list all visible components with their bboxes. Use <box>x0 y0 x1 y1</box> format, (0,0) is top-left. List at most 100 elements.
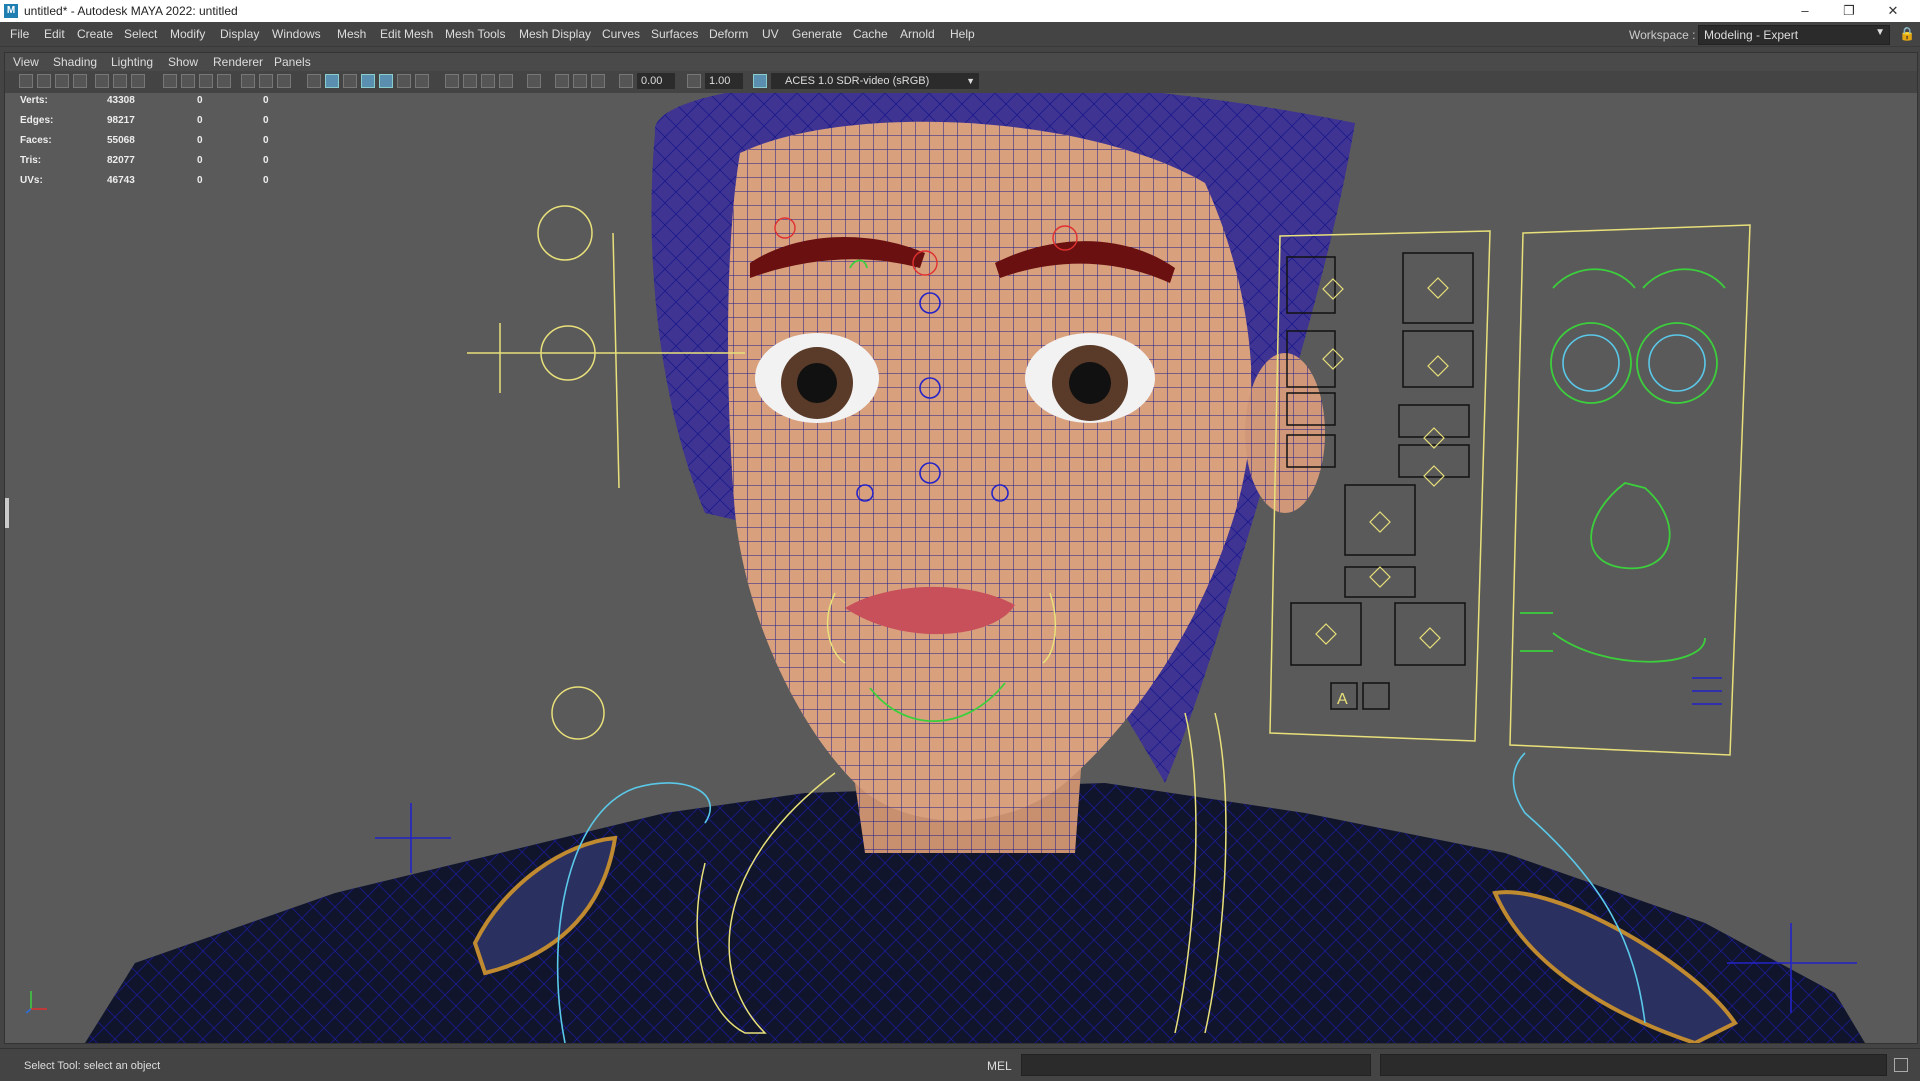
gamma-field[interactable]: 1.00 <box>705 73 743 89</box>
menu-edit[interactable]: Edit <box>44 27 65 41</box>
status-bar: Select Tool: select an object MEL <box>0 1048 1920 1081</box>
hud-value: 0 <box>263 95 269 106</box>
hud-value: 43308 <box>107 95 135 106</box>
menu-file[interactable]: File <box>10 27 29 41</box>
menu-help[interactable]: Help <box>950 27 975 41</box>
xray-icon[interactable] <box>555 74 569 88</box>
menu-cache[interactable]: Cache <box>853 27 888 41</box>
panel-menu-lighting[interactable]: Lighting <box>111 55 153 69</box>
hud-value: 0 <box>263 135 269 146</box>
lock-icon[interactable]: 🔒 <box>1899 26 1915 42</box>
panel-menubar: View Shading Lighting Show Renderer Pane… <box>5 53 1917 71</box>
film-gate-icon[interactable] <box>181 74 195 88</box>
menu-modify[interactable]: Modify <box>170 27 205 41</box>
hud-label: Verts: <box>20 95 48 106</box>
panel-resize-handle[interactable] <box>5 498 9 528</box>
exposure-icon[interactable] <box>619 74 633 88</box>
hud-value: 0 <box>197 155 203 166</box>
isolate-select-icon[interactable] <box>527 74 541 88</box>
smooth-shade-icon[interactable] <box>325 74 339 88</box>
anti-aliasing-icon[interactable] <box>481 74 495 88</box>
shadows-icon[interactable] <box>415 74 429 88</box>
hud-value: 0 <box>197 175 203 186</box>
hud-value: 55068 <box>107 135 135 146</box>
main-menubar: File Edit Create Select Modify Display W… <box>0 22 1920 47</box>
script-editor-icon[interactable] <box>1894 1058 1908 1072</box>
hud-value: 0 <box>197 135 203 146</box>
ambient-occlusion-icon[interactable] <box>445 74 459 88</box>
xray-active-icon[interactable] <box>573 74 587 88</box>
color-management-icon[interactable] <box>753 74 767 88</box>
view-transform-value: ACES 1.0 SDR-video (sRGB) <box>785 75 930 87</box>
menu-display[interactable]: Display <box>220 27 259 41</box>
safe-title-icon[interactable] <box>277 74 291 88</box>
menu-generate[interactable]: Generate <box>792 27 842 41</box>
workspace-dropdown[interactable]: Modeling - Expert ▼ <box>1698 25 1890 45</box>
panel-menu-view[interactable]: View <box>13 55 39 69</box>
menu-create[interactable]: Create <box>77 27 113 41</box>
minimize-icon[interactable]: – <box>1782 0 1828 22</box>
mel-toggle[interactable]: MEL <box>987 1059 1012 1073</box>
menu-edit-mesh[interactable]: Edit Mesh <box>380 27 433 41</box>
motion-blur-icon[interactable] <box>463 74 477 88</box>
viewport-panel: View Shading Lighting Show Renderer Pane… <box>4 52 1918 1044</box>
chevron-down-icon: ▼ <box>1875 27 1885 38</box>
grid-icon[interactable] <box>163 74 177 88</box>
camera-attributes-icon[interactable] <box>37 74 51 88</box>
panel-menu-renderer[interactable]: Renderer <box>213 55 263 69</box>
rig-panel-glyph: A <box>1337 691 1348 708</box>
grease-pencil-icon[interactable] <box>113 74 127 88</box>
menu-curves[interactable]: Curves <box>602 27 640 41</box>
workspace-value: Modeling - Expert <box>1704 28 1799 42</box>
menu-arnold[interactable]: Arnold <box>900 27 935 41</box>
lights-icon[interactable] <box>397 74 411 88</box>
hud-value: 0 <box>263 155 269 166</box>
menu-mesh-tools[interactable]: Mesh Tools <box>445 27 505 41</box>
hud-value: 82077 <box>107 155 135 166</box>
wireframe-icon[interactable] <box>307 74 321 88</box>
brush-icon[interactable] <box>131 74 145 88</box>
panel-toolbar: 0.00 1.00 ACES 1.0 SDR-video (sRGB) ▼ <box>5 71 1917 93</box>
default-material-icon[interactable] <box>343 74 357 88</box>
menu-windows[interactable]: Windows <box>272 27 321 41</box>
select-camera-icon[interactable] <box>19 74 33 88</box>
menu-uv[interactable]: UV <box>762 27 779 41</box>
title-bar: M untitled* - Autodesk MAYA 2022: untitl… <box>0 0 1920 22</box>
rig-panel-diamonds <box>1315 277 1449 649</box>
menu-mesh-display[interactable]: Mesh Display <box>519 27 591 41</box>
character-render: A <box>85 93 1865 1043</box>
field-chart-icon[interactable] <box>241 74 255 88</box>
hud-label: Tris: <box>20 155 42 166</box>
wireframe-on-shaded-icon[interactable] <box>361 74 375 88</box>
textured-icon[interactable] <box>379 74 393 88</box>
exposure-field[interactable]: 0.00 <box>637 73 675 89</box>
depth-of-field-icon[interactable] <box>499 74 513 88</box>
panel-menu-show[interactable]: Show <box>168 55 198 69</box>
restore-icon[interactable]: ❐ <box>1826 0 1872 22</box>
xray-joints-icon[interactable] <box>591 74 605 88</box>
gate-mask-icon[interactable] <box>217 74 231 88</box>
window-title: untitled* - Autodesk MAYA 2022: untitled <box>24 4 238 18</box>
panel-menu-shading[interactable]: Shading <box>53 55 97 69</box>
hud-label: UVs: <box>20 175 43 186</box>
bookmarks-icon[interactable] <box>55 74 69 88</box>
gamma-icon[interactable] <box>687 74 701 88</box>
menu-select[interactable]: Select <box>124 27 157 41</box>
menu-deform[interactable]: Deform <box>709 27 748 41</box>
resolution-gate-icon[interactable] <box>199 74 213 88</box>
2d-pan-zoom-icon[interactable] <box>95 74 109 88</box>
view-transform-dropdown[interactable]: ACES 1.0 SDR-video (sRGB) ▼ <box>771 73 979 89</box>
hud-value: 98217 <box>107 115 135 126</box>
image-plane-icon[interactable] <box>73 74 87 88</box>
axis-gizmo-icon <box>25 991 47 1014</box>
menu-surfaces[interactable]: Surfaces <box>651 27 698 41</box>
command-input[interactable] <box>1021 1054 1371 1076</box>
hud-value: 46743 <box>107 175 135 186</box>
safe-action-icon[interactable] <box>259 74 273 88</box>
close-icon[interactable]: ✕ <box>1870 0 1916 22</box>
viewport-scene[interactable]: A Verts: 43308 0 0 Edges: 98217 0 0 Face… <box>5 93 1917 1043</box>
menu-mesh[interactable]: Mesh <box>337 27 366 41</box>
panel-menu-panels[interactable]: Panels <box>274 55 311 69</box>
workspace-label: Workspace : <box>1629 28 1696 42</box>
hud-value: 0 <box>263 115 269 126</box>
